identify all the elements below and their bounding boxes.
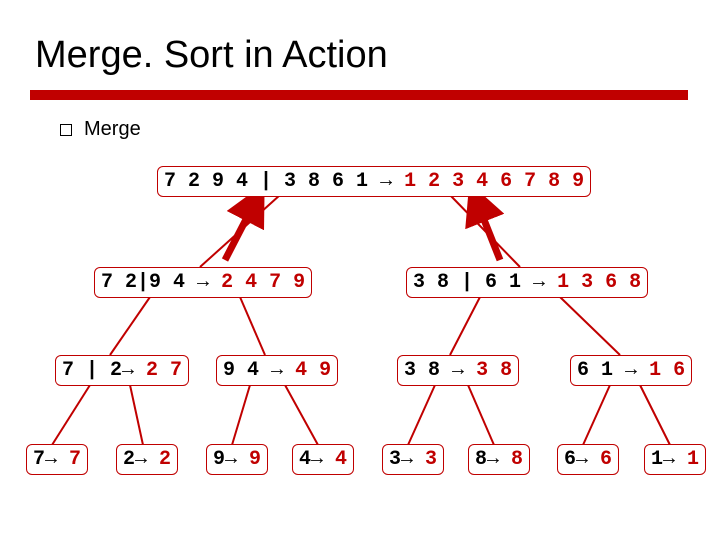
node-leaf-2: 2→ 2 bbox=[116, 444, 178, 475]
bullet-box-icon bbox=[60, 124, 72, 136]
node-l2-b: 9 4 → 4 9 bbox=[216, 355, 338, 386]
node-l2-a: 7 | 2→ 2 7 bbox=[55, 355, 189, 386]
node-leaf-6: 6→ 6 bbox=[557, 444, 619, 475]
node-leaf-1: 1→ 1 bbox=[644, 444, 706, 475]
bullet-text: Merge bbox=[84, 118, 141, 141]
node-leaf-4: 4→ 4 bbox=[292, 444, 354, 475]
node-l2-d: 6 1 → 1 6 bbox=[570, 355, 692, 386]
node-leaf-7: 7→ 7 bbox=[26, 444, 88, 475]
bullet-row: Merge bbox=[60, 118, 141, 141]
node-l1-right: 3 8 | 6 1 → 1 3 6 8 bbox=[406, 267, 648, 298]
node-leaf-9: 9→ 9 bbox=[206, 444, 268, 475]
node-l2-c: 3 8 → 3 8 bbox=[397, 355, 519, 386]
title-underline bbox=[30, 90, 688, 100]
node-leaf-8: 8→ 8 bbox=[468, 444, 530, 475]
node-l1-left: 7 2|9 4 → 2 4 7 9 bbox=[94, 267, 312, 298]
node-leaf-3: 3→ 3 bbox=[382, 444, 444, 475]
node-root: 7 2 9 4 | 3 8 6 1 → 1 2 3 4 6 7 8 9 bbox=[157, 166, 591, 197]
slide-title: Merge. Sort in Action bbox=[35, 34, 388, 77]
